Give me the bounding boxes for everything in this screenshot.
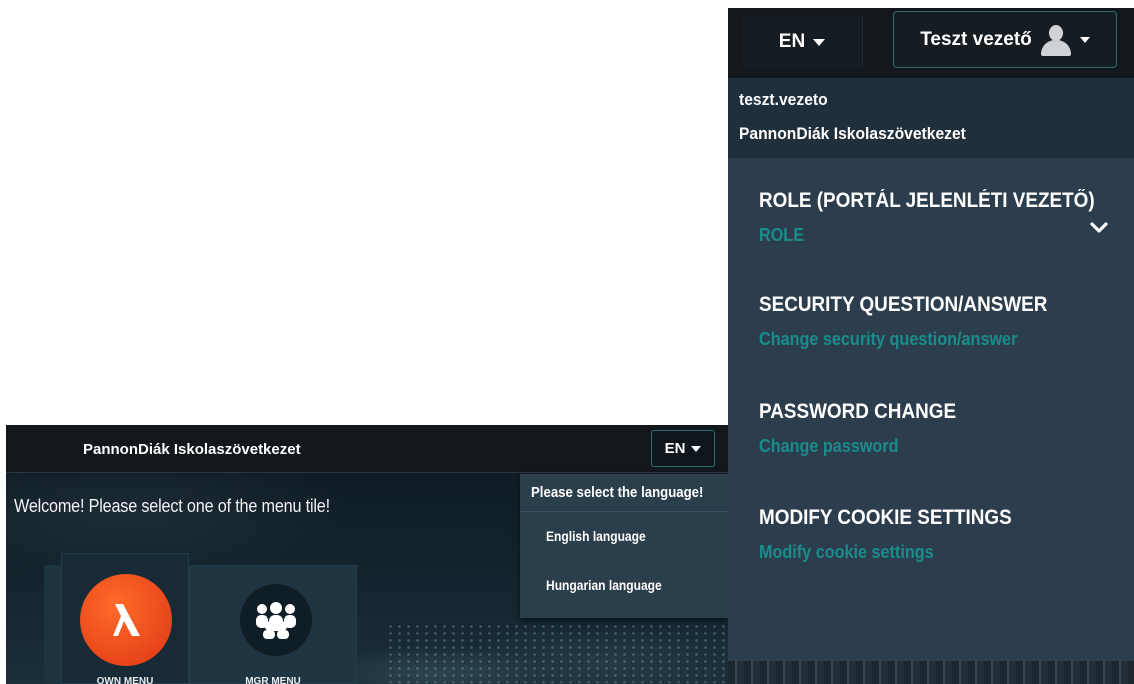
security-question-title: SECURITY QUESTION/ANSWER: [759, 293, 1048, 316]
language-code: EN: [664, 440, 686, 457]
language-select-button[interactable]: EN: [651, 430, 715, 467]
role-section[interactable]: ROLE (PORTÁL JELENLÉTI VEZETŐ) ROLE: [759, 189, 1129, 246]
role-link[interactable]: ROLE: [759, 225, 1092, 246]
user-menu-panel: EN Teszt vezető teszt.vezeto PannonDiák …: [728, 8, 1134, 684]
own-menu-label: OWN MENU: [96, 676, 154, 684]
background-strip: [728, 661, 1134, 684]
user-menu-topbar: EN Teszt vezető: [728, 8, 1134, 78]
language-code: EN: [778, 31, 806, 52]
mgr-menu-tile[interactable]: MGR MENU: [189, 565, 357, 684]
password-change-title: PASSWORD CHANGE: [759, 400, 957, 423]
own-menu-logo-icon: [80, 574, 172, 666]
city-lights-decoration: [386, 623, 726, 683]
password-change-section[interactable]: PASSWORD CHANGE Change password: [759, 400, 1129, 457]
role-title: ROLE (PORTÁL JELENLÉTI VEZETŐ): [759, 189, 1095, 212]
caret-down-icon: [1079, 36, 1090, 43]
language-dropdown: Please select the language!: [520, 474, 728, 618]
cookie-settings-section[interactable]: MODIFY COOKIE SETTINGS Modify cookie set…: [759, 506, 1129, 563]
top-navbar: PannonDiák Iskolaszövetkezet EN: [6, 425, 728, 473]
user-avatar-icon: [1040, 23, 1072, 57]
language-select-button[interactable]: EN: [742, 16, 863, 68]
hungarian-language-option[interactable]: Hungarian language: [546, 577, 662, 593]
user-company: PannonDiák Iskolaszövetkezet: [739, 124, 966, 143]
security-question-link[interactable]: Change security question/answer: [759, 329, 1092, 350]
username: teszt.vezeto: [739, 90, 828, 109]
caret-down-icon: [691, 445, 702, 452]
user-menu-button[interactable]: Teszt vezető: [893, 11, 1117, 68]
tile-edge: [44, 565, 62, 684]
password-change-link[interactable]: Change password: [759, 436, 1092, 457]
mgr-menu-label: MGR MENU: [245, 676, 301, 684]
divider: [520, 511, 728, 512]
group-people-icon: [240, 584, 312, 656]
welcome-message: Welcome! Please select one of the menu t…: [14, 496, 330, 516]
cookie-settings-title: MODIFY COOKIE SETTINGS: [759, 506, 1012, 529]
user-display-name: Teszt vezető: [920, 28, 1032, 50]
main-app-screen: PannonDiák Iskolaszövetkezet EN Welcome!…: [6, 425, 728, 684]
user-info: teszt.vezeto PannonDiák Iskolaszövetkeze…: [728, 78, 1134, 158]
caret-down-icon: [813, 38, 826, 46]
security-question-section[interactable]: SECURITY QUESTION/ANSWER Change security…: [759, 293, 1129, 350]
english-language-option[interactable]: English language: [546, 528, 646, 544]
chevron-down-icon[interactable]: [1090, 221, 1108, 235]
company-name: PannonDiák Iskolaszövetkezet: [83, 441, 301, 458]
own-menu-tile[interactable]: OWN MENU: [61, 553, 189, 684]
language-dropdown-title: Please select the language!: [531, 484, 704, 501]
cookie-settings-link[interactable]: Modify cookie settings: [759, 542, 1092, 563]
